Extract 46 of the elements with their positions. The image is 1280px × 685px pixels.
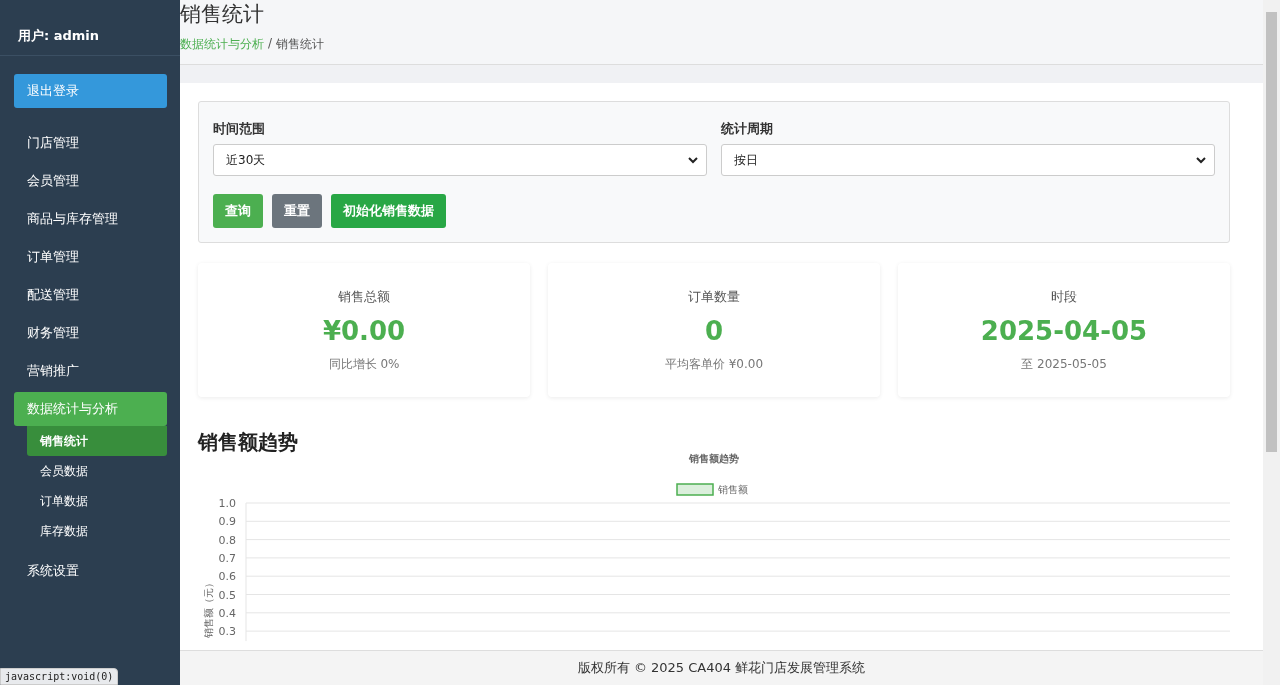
- nav-item[interactable]: 订单管理: [14, 240, 167, 274]
- field-label: 时间范围: [213, 120, 266, 138]
- stat-note: 至 2025-05-05: [1021, 355, 1107, 373]
- nav-subitem[interactable]: 库存数据: [27, 516, 167, 546]
- stat-title: 时段: [1051, 287, 1077, 306]
- stat-value: 0: [704, 315, 724, 346]
- stat-value: 2025-04-05: [980, 315, 1148, 346]
- nav-item[interactable]: 财务管理: [14, 316, 167, 350]
- footer-text: 版权所有 © 2025 CA404 鲜花门店发展管理系统: [180, 650, 1263, 685]
- breadcrumb-separator: /: [268, 36, 273, 52]
- stat-note: 同比增长 0%: [328, 355, 400, 373]
- y-tick-label: 0.7: [218, 551, 236, 565]
- stat-value: ¥0.00: [322, 315, 406, 346]
- nav-subitem[interactable]: 订单数据: [27, 486, 167, 516]
- nav-item[interactable]: 门店管理: [14, 126, 167, 160]
- nav-item[interactable]: 配送管理: [14, 278, 167, 312]
- stat-title: 订单数量: [688, 287, 740, 306]
- chart-title: 销售额趋势: [689, 453, 739, 464]
- chevron-down-icon: [688, 156, 698, 164]
- reset-button[interactable]: 重置: [272, 194, 322, 228]
- status-url: javascript:void(0): [0, 668, 119, 685]
- select-field[interactable]: 近30天: [213, 144, 707, 176]
- y-tick-label: 0.8: [218, 533, 236, 547]
- section-heading: 销售额趋势: [198, 429, 299, 456]
- nav-subitem[interactable]: 销售统计: [27, 426, 167, 456]
- y-tick-label: 0.5: [218, 588, 236, 602]
- nav-subitem[interactable]: 会员数据: [27, 456, 167, 486]
- stat-title: 销售总额: [338, 287, 390, 306]
- stat-note: 平均客单价 ¥0.00: [664, 355, 764, 373]
- y-axis-label: 销售额（元）: [203, 578, 214, 638]
- y-tick-label: 0.9: [218, 515, 236, 529]
- y-tick-label: 1.0: [218, 497, 236, 510]
- y-tick-label: 0.4: [218, 606, 236, 620]
- nav-item[interactable]: 系统设置: [14, 554, 167, 588]
- page-title: 销售统计: [180, 1, 265, 28]
- nav-item[interactable]: 商品与库存管理: [14, 202, 167, 236]
- breadcrumb-current: 销售统计: [276, 36, 325, 53]
- y-tick-label: 0.6: [218, 570, 236, 584]
- select-field[interactable]: 按日: [721, 144, 1215, 176]
- nav-item[interactable]: 会员管理: [14, 164, 167, 198]
- scrollbar[interactable]: [1263, 0, 1280, 685]
- nav-item[interactable]: 营销推广: [14, 354, 167, 388]
- chevron-down-icon: [1196, 156, 1206, 164]
- legend-label: 销售额: [718, 484, 748, 495]
- field-label: 统计周期: [721, 120, 774, 138]
- y-tick-label: 0.3: [218, 625, 236, 639]
